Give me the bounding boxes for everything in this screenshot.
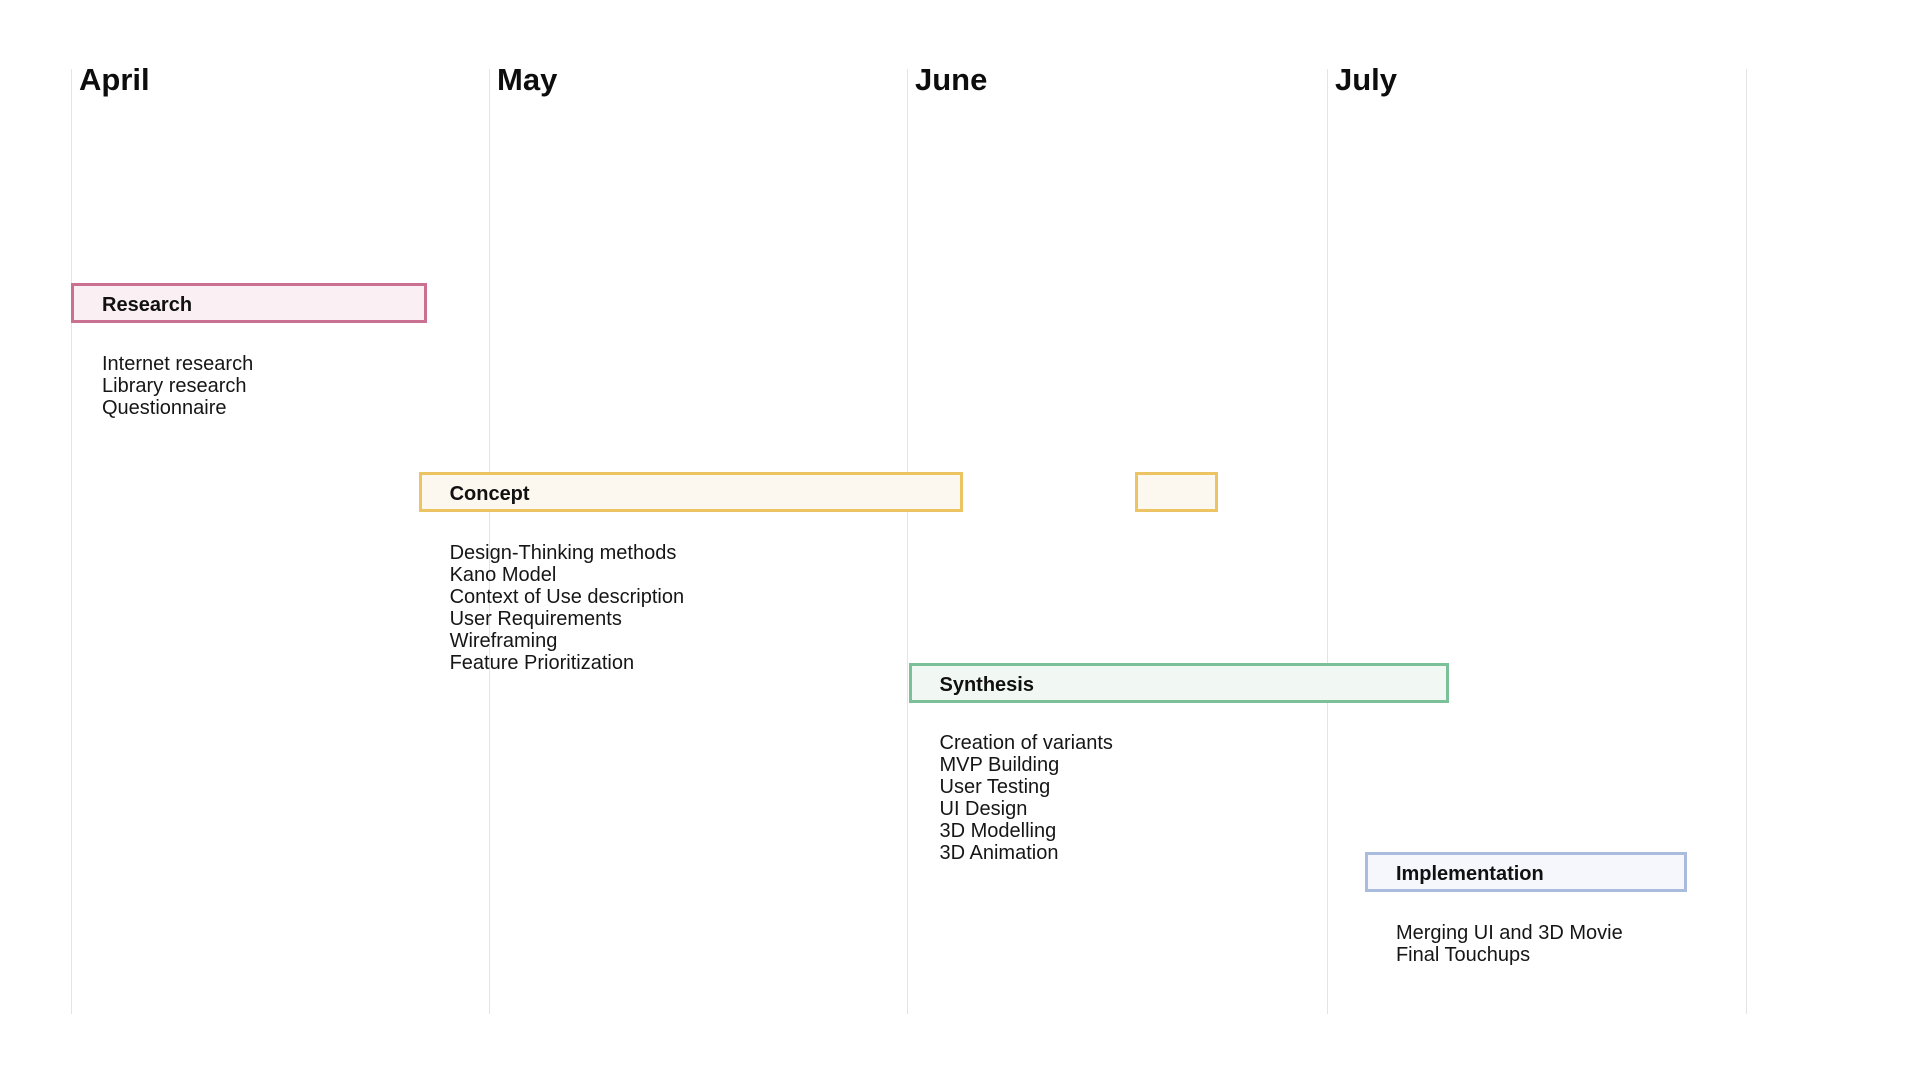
phase-title-concept: Concept — [449, 483, 530, 505]
phase-items-research: Internet research Library research Quest… — [102, 353, 253, 419]
phase-item: 3D Animation — [939, 842, 1059, 864]
phase-item: User Requirements — [449, 608, 622, 630]
phase-item: Wireframing — [449, 630, 558, 652]
phase-items-synthesis: Creation of variants MVP Building User T… — [940, 732, 1113, 864]
phase-title-synthesis: Synthesis — [939, 674, 1034, 696]
month-label-april: April — [79, 62, 150, 97]
phase-bar-concept-extension[interactable] — [1134, 472, 1219, 512]
phase-item: 3D Modelling — [939, 820, 1057, 842]
phase-item: Internet research — [102, 353, 254, 375]
phase-item: UI Design — [939, 798, 1028, 820]
phase-item: Questionnaire — [102, 397, 227, 419]
phase-item: Design-Thinking methods — [449, 542, 677, 564]
phase-title-research: Research — [102, 294, 193, 316]
month-gridline-june — [907, 69, 908, 1014]
phase-item: MVP Building — [939, 754, 1060, 776]
phase-item: Feature Prioritization — [449, 652, 635, 674]
month-gridline-april — [71, 69, 72, 1014]
phase-items-concept: Design-Thinking methods Kano Model Conte… — [450, 542, 685, 674]
phase-item: Final Touchups — [1395, 944, 1531, 966]
phase-item: Kano Model — [449, 564, 557, 586]
month-gridline-july — [1327, 69, 1328, 1014]
month-gridline-end — [1746, 69, 1747, 1014]
month-label-may: May — [497, 62, 558, 97]
phase-item: Context of Use description — [449, 586, 685, 608]
month-label-june: June — [915, 62, 988, 97]
phase-title-implementation: Implementation — [1395, 863, 1544, 885]
month-label-july: July — [1335, 62, 1398, 97]
phase-item: Creation of variants — [939, 732, 1113, 754]
phase-item: User Testing — [939, 776, 1051, 798]
phase-item: Merging UI and 3D Movie — [1395, 922, 1623, 944]
phase-items-implementation: Merging UI and 3D Movie Final Touchups — [1396, 922, 1623, 966]
phase-item: Library research — [102, 375, 247, 397]
project-timeline: April May June July Research Internet re… — [0, 0, 1920, 1080]
